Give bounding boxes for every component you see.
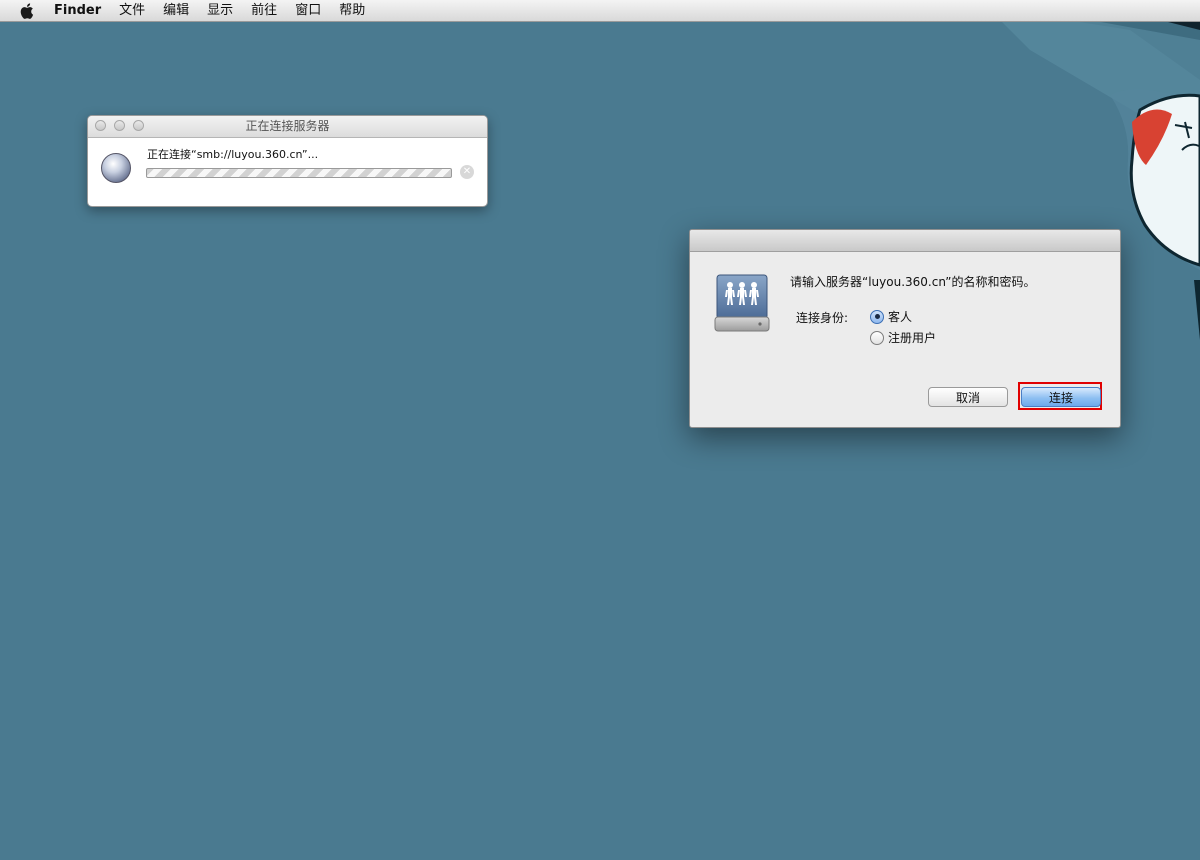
apple-icon[interactable] [16,0,38,22]
radio-guest-button[interactable] [870,309,884,324]
login-prompt: 请输入服务器“luyou.360.cn”的名称和密码。 [790,275,1036,289]
radio-registered-user[interactable]: 注册用户 [870,329,936,346]
menu-bar: Finder 文件 编辑 显示 前往 窗口 帮助 [0,0,1200,22]
window-titlebar[interactable]: 正在连接服务器 [88,116,487,138]
menu-file[interactable]: 文件 [110,0,154,22]
menu-edit[interactable]: 编辑 [154,0,198,22]
stop-connecting-icon[interactable]: ✕ [460,165,474,179]
menu-view[interactable]: 显示 [198,0,242,22]
radio-guest[interactable]: 客人 [870,308,912,325]
menu-go[interactable]: 前往 [242,0,286,22]
radio-registered-user-label[interactable]: 注册用户 [888,329,936,346]
connecting-window: 正在连接服务器 正在连接“smb://luyou.360.cn”... ✕ [87,115,488,207]
server-login-dialog: 请输入服务器“luyou.360.cn”的名称和密码。 连接身份: 客人 注册用… [689,229,1121,428]
connecting-status: 正在连接“smb://luyou.360.cn”... [147,148,319,161]
network-globe-icon [101,153,131,183]
shared-server-icon [714,274,770,332]
dialog-titlebar [690,230,1120,252]
menu-help[interactable]: 帮助 [330,0,374,22]
radio-guest-label[interactable]: 客人 [888,308,912,325]
window-title: 正在连接服务器 [245,119,330,133]
radio-registered-user-button[interactable] [870,330,884,345]
connect-button[interactable]: 连接 [1021,387,1101,407]
menu-finder[interactable]: Finder [50,0,110,22]
progress-bar [146,168,452,178]
menu-window[interactable]: 窗口 [286,0,330,22]
cancel-button[interactable]: 取消 [928,387,1008,407]
connect-as-label: 连接身份: [796,311,849,325]
